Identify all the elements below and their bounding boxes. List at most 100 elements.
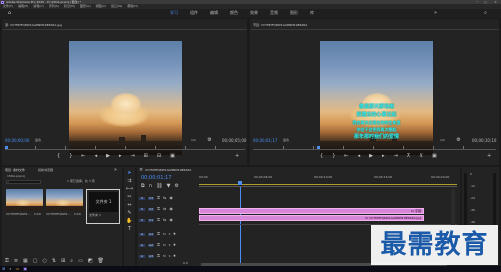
source-patch[interactable]: A bbox=[139, 232, 145, 236]
track-label[interactable]: V3 bbox=[148, 196, 154, 200]
track-header-a2[interactable]: A A2 ⚿ M S ⏺ bbox=[139, 241, 197, 249]
lock-icon[interactable]: ⚿ bbox=[157, 196, 160, 200]
list-view-icon[interactable]: ≡ bbox=[14, 259, 18, 264]
lock-icon[interactable]: ⚿ bbox=[157, 243, 160, 247]
menu-help[interactable]: 帮助(H) bbox=[127, 5, 138, 8]
workspace-tab-libraries[interactable]: 库 bbox=[310, 11, 314, 15]
microphone-icon[interactable]: ⏺ bbox=[174, 254, 176, 258]
insert-icon[interactable]: ⊞ bbox=[144, 154, 148, 159]
ripple-edit-tool-icon[interactable]: ⟷ bbox=[126, 187, 133, 192]
source-time-ruler[interactable] bbox=[5, 146, 245, 150]
add-button-icon[interactable]: + bbox=[487, 154, 491, 159]
freeform-view-icon[interactable]: ▢ bbox=[33, 259, 38, 264]
workspace-tab-effects[interactable]: 效果 bbox=[250, 11, 258, 15]
trash-icon[interactable]: 🗑 bbox=[98, 259, 104, 264]
lock-icon[interactable]: ⚿ bbox=[157, 218, 160, 222]
track-select-tool-icon[interactable]: ⇉ bbox=[127, 179, 131, 184]
tab-media-browser[interactable]: 媒体浏览器 bbox=[38, 169, 53, 172]
new-item-icon[interactable]: ◩ bbox=[88, 259, 93, 264]
timeline-tab[interactable]: VCTMHFQ8W1GA8NM19E62RA bbox=[145, 169, 191, 172]
program-timecode[interactable]: 00;00;01;17 bbox=[253, 139, 277, 143]
home-icon[interactable]: ⌂ bbox=[6, 10, 13, 17]
taskbar-search-icon[interactable]: ⌕ bbox=[9, 267, 11, 271]
icon-view-icon[interactable]: ▦ bbox=[23, 259, 28, 264]
go-to-out-icon[interactable]: ⇥ bbox=[130, 154, 134, 159]
sort-icon[interactable]: ⇅ bbox=[52, 259, 56, 264]
snap-icon[interactable]: ∩ bbox=[149, 184, 153, 189]
track-label[interactable]: V1 bbox=[148, 218, 154, 222]
lift-icon[interactable]: ⊼ bbox=[407, 154, 411, 159]
tab-project[interactable]: 项目: 素材文件 bbox=[5, 169, 25, 172]
source-resolution-dropdown[interactable]: 1/2 bbox=[191, 139, 196, 142]
program-fit-dropdown[interactable]: 适合 bbox=[283, 139, 289, 142]
source-patch[interactable]: A bbox=[139, 254, 145, 258]
play-icon[interactable]: ▶ bbox=[369, 154, 373, 159]
add-marker-icon[interactable]: ▼ bbox=[167, 184, 171, 189]
menu-sequence[interactable]: 序列(S) bbox=[49, 5, 59, 8]
lock-icon[interactable]: ⚿ bbox=[157, 232, 160, 236]
program-resolution-dropdown[interactable]: 1/2 bbox=[440, 139, 445, 142]
timeline-playhead-handle[interactable] bbox=[238, 181, 242, 185]
source-fit-dropdown[interactable]: 适合 bbox=[35, 139, 41, 142]
menu-graphics[interactable]: 图形(G) bbox=[80, 5, 91, 8]
start-icon[interactable]: ⊞ bbox=[2, 267, 5, 271]
mark-in-icon[interactable]: { bbox=[320, 154, 323, 159]
sync-lock-icon[interactable]: ⇆ bbox=[163, 207, 166, 211]
microphone-icon[interactable]: ⏺ bbox=[174, 243, 176, 247]
track-label[interactable]: A2 bbox=[148, 243, 154, 247]
menu-window[interactable]: 窗口(W) bbox=[111, 5, 122, 8]
source-timecode[interactable]: 00;00;00;00 bbox=[5, 139, 29, 143]
more-workspaces-icon[interactable]: » bbox=[432, 10, 439, 17]
source-patch[interactable]: V bbox=[139, 218, 145, 222]
mark-out-icon[interactable]: } bbox=[332, 154, 335, 159]
source-patch[interactable]: A bbox=[139, 243, 145, 247]
mark-out-icon[interactable]: } bbox=[69, 154, 72, 159]
go-to-in-icon[interactable]: ⇤ bbox=[81, 154, 85, 159]
clip-v1-image[interactable]: fx VCTMHFQ8W1GA8NM19E62RA.jpg bbox=[199, 215, 424, 221]
workspace-tab-color[interactable]: 颜色 bbox=[230, 11, 238, 15]
type-tool-icon[interactable]: T bbox=[128, 227, 131, 232]
step-forward-icon[interactable]: ▸ bbox=[382, 154, 385, 159]
lock-icon[interactable]: ⚿ bbox=[157, 207, 160, 211]
source-patch[interactable]: V bbox=[139, 196, 145, 200]
source-playhead[interactable] bbox=[5, 146, 8, 149]
lock-icon[interactable]: ⚿ bbox=[157, 254, 160, 258]
project-item-selected[interactable]: 文件夹 1 文件夹 1 bbox=[86, 189, 120, 224]
solo-button[interactable]: S bbox=[169, 232, 171, 236]
extract-icon[interactable]: ⊻ bbox=[419, 154, 423, 159]
track-header-a3[interactable]: A A3 ⚿ M S ⏺ bbox=[139, 252, 197, 260]
mute-button[interactable]: M bbox=[163, 243, 166, 247]
track-header-v1[interactable]: V V1 ⚿ ⇆ ◉ bbox=[139, 216, 197, 224]
explorer-icon[interactable]: ▭ bbox=[16, 267, 20, 271]
solo-button[interactable]: S bbox=[169, 254, 171, 258]
track-header-a1[interactable]: A A1 ⚿ M S ⏺ bbox=[139, 230, 197, 238]
pen-tool-icon[interactable]: ✎ bbox=[127, 211, 131, 216]
close-tab-icon[interactable]: × bbox=[139, 168, 143, 173]
workspace-tab-editing[interactable]: 编辑 bbox=[210, 11, 218, 15]
go-to-out-icon[interactable]: ⇥ bbox=[393, 154, 397, 159]
menu-view[interactable]: 视图(V) bbox=[96, 5, 106, 8]
eye-icon[interactable]: ◉ bbox=[169, 218, 173, 222]
source-monitor-title[interactable]: 源: VCTMHFQ8W1GA8NM19E62RA.jpg bbox=[5, 24, 62, 27]
mute-button[interactable]: M bbox=[163, 254, 166, 258]
menu-marker[interactable]: 标记(M) bbox=[64, 5, 75, 8]
linked-selection-icon[interactable]: ⛓ bbox=[156, 184, 162, 189]
lock-icon[interactable]: ⚿ bbox=[5, 259, 9, 264]
razor-tool-icon[interactable]: ✂ bbox=[127, 195, 131, 200]
new-bin-icon[interactable]: ▭ bbox=[78, 259, 83, 264]
step-back-icon[interactable]: ◂ bbox=[95, 154, 98, 159]
overwrite-icon[interactable]: ⊟ bbox=[157, 154, 161, 159]
project-search-input[interactable]: ⌕ bbox=[6, 180, 41, 184]
timeline-timecode[interactable]: 00;00;01;17 bbox=[141, 176, 172, 181]
nest-icon[interactable]: ⧉ bbox=[141, 184, 145, 189]
menu-clip[interactable]: 剪辑(C) bbox=[33, 5, 43, 8]
hand-tool-icon[interactable]: ✋ bbox=[126, 219, 132, 224]
wrench-icon[interactable]: ⚙ bbox=[207, 138, 212, 143]
menu-edit[interactable]: 编辑(E) bbox=[18, 5, 28, 8]
play-icon[interactable]: ▶ bbox=[106, 154, 110, 159]
workspace-tab-learn[interactable]: 学习 bbox=[170, 11, 178, 15]
sync-lock-icon[interactable]: ⇆ bbox=[163, 218, 166, 222]
project-item[interactable]: VCTMHFQ8W1... 5;00 bbox=[46, 189, 83, 224]
clip-v2-subtitle[interactable]: fx 字幕 bbox=[199, 208, 424, 214]
wrench-icon[interactable]: ⚙ bbox=[174, 184, 178, 189]
